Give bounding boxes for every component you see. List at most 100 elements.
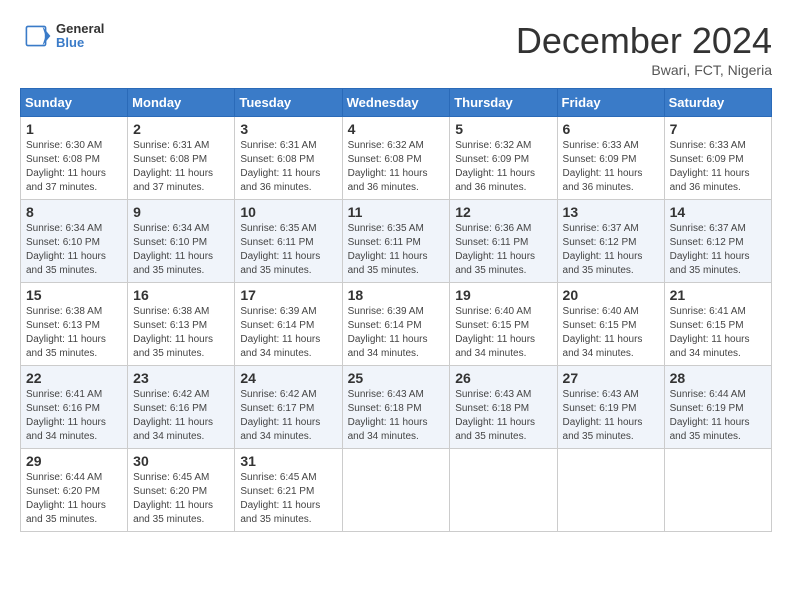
daylight-label: Daylight: 11 hours and 36 minutes. xyxy=(348,168,428,193)
day-number: 13 xyxy=(563,204,659,220)
day-info: Sunrise: 6:32 AM Sunset: 6:08 PM Dayligh… xyxy=(348,139,445,195)
daylight-label: Daylight: 11 hours and 35 minutes. xyxy=(26,500,106,525)
calendar-table: SundayMondayTuesdayWednesdayThursdayFrid… xyxy=(20,88,772,532)
daylight-label: Daylight: 11 hours and 37 minutes. xyxy=(26,168,106,193)
day-number: 26 xyxy=(455,370,551,386)
day-info: Sunrise: 6:37 AM Sunset: 6:12 PM Dayligh… xyxy=(563,222,659,278)
sunset-label: Sunset: 6:15 PM xyxy=(563,320,637,331)
sunset-label: Sunset: 6:15 PM xyxy=(670,320,744,331)
sunset-label: Sunset: 6:09 PM xyxy=(670,154,744,165)
sunset-label: Sunset: 6:16 PM xyxy=(133,403,207,414)
sunrise-label: Sunrise: 6:34 AM xyxy=(133,223,209,234)
sunrise-label: Sunrise: 6:34 AM xyxy=(26,223,102,234)
calendar-cell: 19 Sunrise: 6:40 AM Sunset: 6:15 PM Dayl… xyxy=(450,283,557,366)
day-number: 28 xyxy=(670,370,766,386)
sunset-label: Sunset: 6:17 PM xyxy=(240,403,314,414)
day-number: 1 xyxy=(26,121,122,137)
sunrise-label: Sunrise: 6:41 AM xyxy=(26,389,102,400)
daylight-label: Daylight: 11 hours and 36 minutes. xyxy=(670,168,750,193)
daylight-label: Daylight: 11 hours and 35 minutes. xyxy=(563,251,643,276)
day-number: 30 xyxy=(133,453,229,469)
daylight-label: Daylight: 11 hours and 35 minutes. xyxy=(133,500,213,525)
calendar-cell xyxy=(342,449,450,532)
daylight-label: Daylight: 11 hours and 34 minutes. xyxy=(348,417,428,442)
daylight-label: Daylight: 11 hours and 35 minutes. xyxy=(670,251,750,276)
sunset-label: Sunset: 6:20 PM xyxy=(26,486,100,497)
sunset-label: Sunset: 6:12 PM xyxy=(563,237,637,248)
sunset-label: Sunset: 6:19 PM xyxy=(670,403,744,414)
calendar-cell xyxy=(557,449,664,532)
day-number: 20 xyxy=(563,287,659,303)
sunrise-label: Sunrise: 6:31 AM xyxy=(133,140,209,151)
sunset-label: Sunset: 6:18 PM xyxy=(348,403,422,414)
sunrise-label: Sunrise: 6:45 AM xyxy=(133,472,209,483)
day-info: Sunrise: 6:41 AM Sunset: 6:16 PM Dayligh… xyxy=(26,388,122,444)
day-info: Sunrise: 6:38 AM Sunset: 6:13 PM Dayligh… xyxy=(133,305,229,361)
weekday-header-monday: Monday xyxy=(128,89,235,117)
page-header: General Blue December 2024 Bwari, FCT, N… xyxy=(20,20,772,78)
calendar-cell: 26 Sunrise: 6:43 AM Sunset: 6:18 PM Dayl… xyxy=(450,366,557,449)
sunset-label: Sunset: 6:18 PM xyxy=(455,403,529,414)
day-number: 9 xyxy=(133,204,229,220)
sunset-label: Sunset: 6:14 PM xyxy=(240,320,314,331)
day-number: 18 xyxy=(348,287,445,303)
weekday-header-tuesday: Tuesday xyxy=(235,89,342,117)
daylight-label: Daylight: 11 hours and 35 minutes. xyxy=(455,251,535,276)
daylight-label: Daylight: 11 hours and 36 minutes. xyxy=(455,168,535,193)
day-number: 29 xyxy=(26,453,122,469)
daylight-label: Daylight: 11 hours and 35 minutes. xyxy=(26,334,106,359)
day-info: Sunrise: 6:44 AM Sunset: 6:19 PM Dayligh… xyxy=(670,388,766,444)
day-info: Sunrise: 6:44 AM Sunset: 6:20 PM Dayligh… xyxy=(26,471,122,527)
daylight-label: Daylight: 11 hours and 35 minutes. xyxy=(240,500,320,525)
day-number: 16 xyxy=(133,287,229,303)
daylight-label: Daylight: 11 hours and 34 minutes. xyxy=(455,334,535,359)
calendar-cell: 1 Sunrise: 6:30 AM Sunset: 6:08 PM Dayli… xyxy=(21,117,128,200)
sunrise-label: Sunrise: 6:32 AM xyxy=(455,140,531,151)
daylight-label: Daylight: 11 hours and 35 minutes. xyxy=(455,417,535,442)
calendar-cell: 5 Sunrise: 6:32 AM Sunset: 6:09 PM Dayli… xyxy=(450,117,557,200)
day-info: Sunrise: 6:41 AM Sunset: 6:15 PM Dayligh… xyxy=(670,305,766,361)
day-number: 19 xyxy=(455,287,551,303)
sunrise-label: Sunrise: 6:39 AM xyxy=(348,306,424,317)
day-info: Sunrise: 6:40 AM Sunset: 6:15 PM Dayligh… xyxy=(455,305,551,361)
day-number: 25 xyxy=(348,370,445,386)
sunset-label: Sunset: 6:21 PM xyxy=(240,486,314,497)
calendar-cell: 7 Sunrise: 6:33 AM Sunset: 6:09 PM Dayli… xyxy=(664,117,771,200)
calendar-cell: 22 Sunrise: 6:41 AM Sunset: 6:16 PM Dayl… xyxy=(21,366,128,449)
day-number: 21 xyxy=(670,287,766,303)
daylight-label: Daylight: 11 hours and 34 minutes. xyxy=(348,334,428,359)
day-info: Sunrise: 6:45 AM Sunset: 6:20 PM Dayligh… xyxy=(133,471,229,527)
sunrise-label: Sunrise: 6:37 AM xyxy=(563,223,639,234)
day-info: Sunrise: 6:40 AM Sunset: 6:15 PM Dayligh… xyxy=(563,305,659,361)
sunrise-label: Sunrise: 6:40 AM xyxy=(455,306,531,317)
calendar-cell xyxy=(664,449,771,532)
day-info: Sunrise: 6:34 AM Sunset: 6:10 PM Dayligh… xyxy=(133,222,229,278)
daylight-label: Daylight: 11 hours and 35 minutes. xyxy=(26,251,106,276)
sunset-label: Sunset: 6:15 PM xyxy=(455,320,529,331)
day-info: Sunrise: 6:43 AM Sunset: 6:18 PM Dayligh… xyxy=(348,388,445,444)
calendar-cell: 31 Sunrise: 6:45 AM Sunset: 6:21 PM Dayl… xyxy=(235,449,342,532)
day-info: Sunrise: 6:34 AM Sunset: 6:10 PM Dayligh… xyxy=(26,222,122,278)
calendar-cell: 30 Sunrise: 6:45 AM Sunset: 6:20 PM Dayl… xyxy=(128,449,235,532)
calendar-cell: 28 Sunrise: 6:44 AM Sunset: 6:19 PM Dayl… xyxy=(664,366,771,449)
sunset-label: Sunset: 6:08 PM xyxy=(26,154,100,165)
day-number: 8 xyxy=(26,204,122,220)
sunrise-label: Sunrise: 6:45 AM xyxy=(240,472,316,483)
calendar-cell: 8 Sunrise: 6:34 AM Sunset: 6:10 PM Dayli… xyxy=(21,200,128,283)
calendar-cell: 17 Sunrise: 6:39 AM Sunset: 6:14 PM Dayl… xyxy=(235,283,342,366)
sunset-label: Sunset: 6:09 PM xyxy=(455,154,529,165)
calendar-cell: 18 Sunrise: 6:39 AM Sunset: 6:14 PM Dayl… xyxy=(342,283,450,366)
sunrise-label: Sunrise: 6:36 AM xyxy=(455,223,531,234)
weekday-header-friday: Friday xyxy=(557,89,664,117)
daylight-label: Daylight: 11 hours and 35 minutes. xyxy=(563,417,643,442)
sunrise-label: Sunrise: 6:38 AM xyxy=(133,306,209,317)
daylight-label: Daylight: 11 hours and 36 minutes. xyxy=(240,168,320,193)
calendar-cell: 24 Sunrise: 6:42 AM Sunset: 6:17 PM Dayl… xyxy=(235,366,342,449)
daylight-label: Daylight: 11 hours and 36 minutes. xyxy=(563,168,643,193)
daylight-label: Daylight: 11 hours and 35 minutes. xyxy=(670,417,750,442)
sunrise-label: Sunrise: 6:42 AM xyxy=(240,389,316,400)
sunrise-label: Sunrise: 6:39 AM xyxy=(240,306,316,317)
calendar-cell: 6 Sunrise: 6:33 AM Sunset: 6:09 PM Dayli… xyxy=(557,117,664,200)
sunrise-label: Sunrise: 6:30 AM xyxy=(26,140,102,151)
day-number: 14 xyxy=(670,204,766,220)
